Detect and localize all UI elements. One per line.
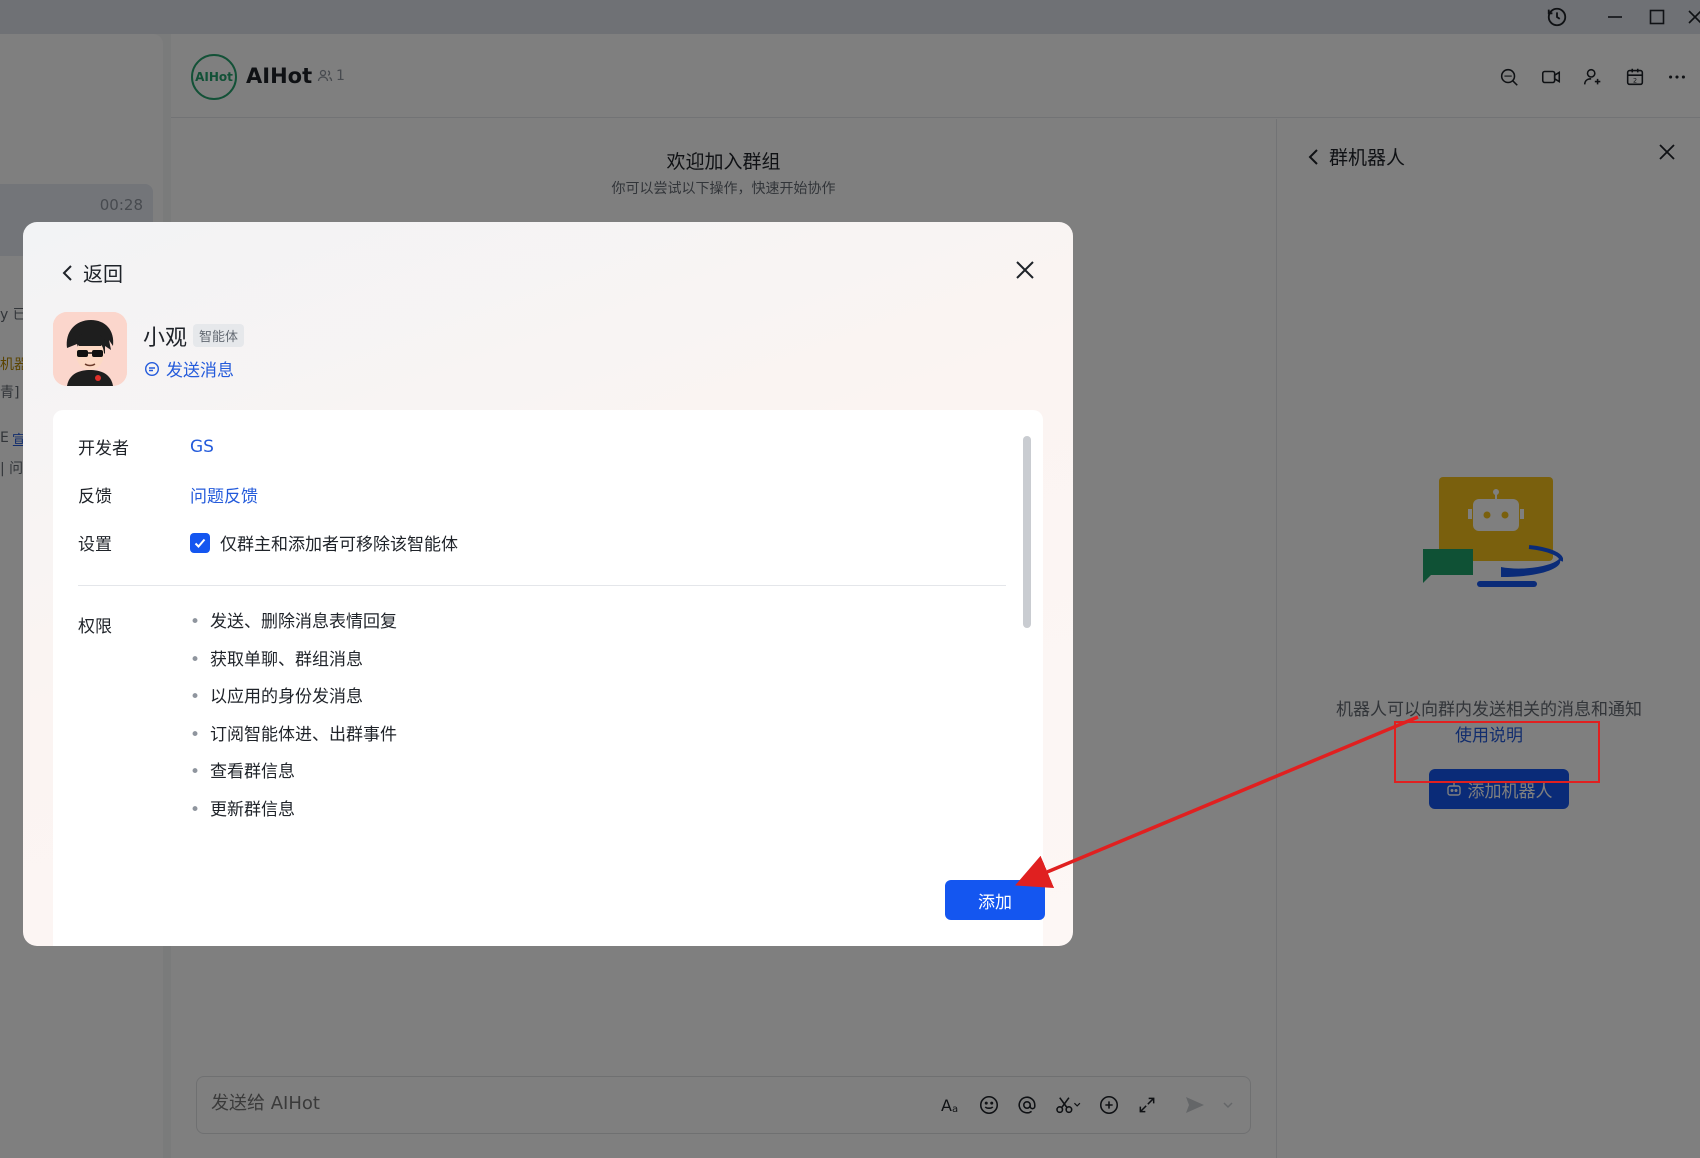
permission-item: 发送、删除消息表情回复 [190,610,397,648]
developer-link[interactable]: GS [190,437,214,457]
permission-item: 获取单聊、群组消息 [190,648,397,686]
remove-permission-checkbox[interactable] [190,532,210,553]
annotation-highlight-box [1394,721,1600,783]
bot-info-card: 开发者 GS 反馈 问题反馈 设置 仅群主和添加者可移除该智能体 权限 发送、删… [53,410,1043,946]
permission-item: 更新群信息 [190,798,397,836]
feedback-row: 反馈 问题反馈 [78,482,258,507]
chat-bubble-icon [144,361,160,376]
feedback-label: 反馈 [78,487,112,507]
chevron-left-icon [62,264,72,281]
permission-item: 查看群信息 [190,760,397,798]
send-message-label: 发送消息 [166,361,234,381]
bot-name: 小观 [143,326,188,351]
settings-label: 设置 [78,535,112,555]
permission-item: 订阅智能体进、出群事件 [190,723,397,761]
check-icon [194,538,206,548]
dialog-close-icon[interactable] [1013,258,1039,284]
bot-detail-dialog: 返回 小观 智能体 发送消息 开发者 GS 反馈 问题反馈 设置 仅群主和添加者… [23,222,1073,946]
settings-row: 设置 仅群主和添加者可移除该智能体 [78,530,458,555]
dialog-back-label: 返回 [83,262,123,286]
section-divider [78,585,1006,586]
add-bot-confirm-button[interactable]: 添加 [945,880,1045,920]
bot-avatar [53,312,127,386]
remove-permission-label[interactable]: 仅群主和添加者可移除该智能体 [220,530,458,555]
permissions-list: 发送、删除消息表情回复 获取单聊、群组消息 以应用的身份发消息 订阅智能体进、出… [190,610,397,835]
feedback-link[interactable]: 问题反馈 [190,482,258,507]
dialog-back-button[interactable]: 返回 [61,258,123,287]
card-scrollbar[interactable] [1023,436,1031,628]
permissions-label: 权限 [78,617,112,637]
bot-type-badge: 智能体 [193,324,245,347]
developer-label: 开发者 [78,439,129,459]
send-message-link[interactable]: 发送消息 [144,356,234,381]
developer-row: 开发者 GS [78,434,214,460]
permission-item: 以应用的身份发消息 [190,685,397,723]
